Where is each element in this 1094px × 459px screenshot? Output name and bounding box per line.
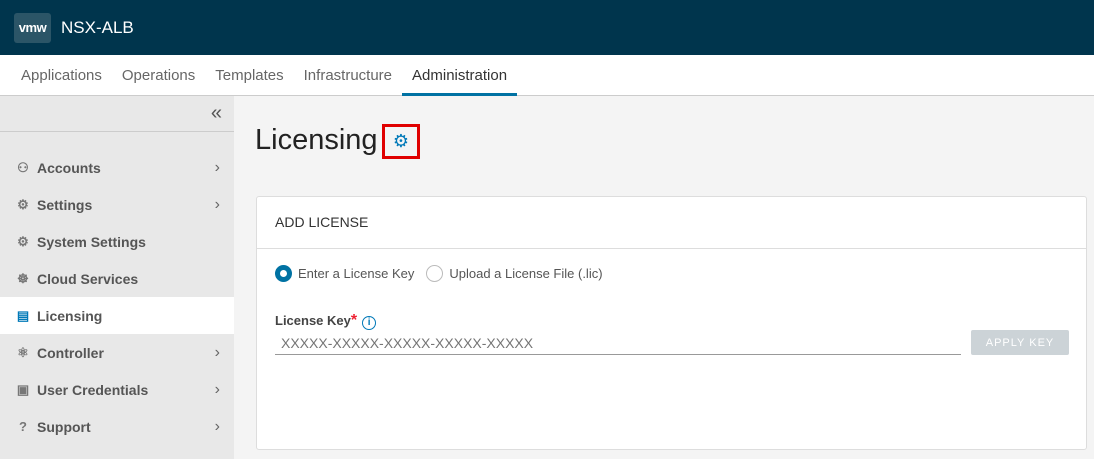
tab-administration[interactable]: Administration [402,55,518,96]
app-name: NSX-ALB [61,17,134,37]
radio-upload-file-label[interactable]: Upload a License File (.lic) [449,266,602,281]
sidebar-icon: ▣ [16,381,30,397]
sidebar-item-label: Licensing [37,307,103,324]
card-header: ADD LICENSE [257,197,1086,249]
sidebar-item-label: User Credentials [37,381,149,398]
required-marker: * [350,312,358,329]
sidebar-item-settings[interactable]: ⚙ Settings › [0,186,234,223]
chevron-right-icon[interactable]: › [215,196,220,214]
sidebar-item-label: Cloud Services [37,270,139,287]
sidebar-item-label: System Settings [37,233,146,250]
radio-upload-file[interactable] [426,265,444,282]
sidebar-icon: ⚙ [17,233,29,249]
chevron-right-icon[interactable]: › [215,344,220,362]
tab-infrastructure[interactable]: Infrastructure [294,55,402,96]
radio-enter-key[interactable] [275,265,292,282]
sidebar-item-system-settings[interactable]: ⚙ System Settings [0,223,234,260]
tab-operations[interactable]: Operations [112,55,205,96]
main-nav: Applications Operations Templates Infras… [0,55,1094,96]
sidebar-item-accounts[interactable]: ⚇ Accounts › [0,149,234,186]
sidebar-icon: ⚛ [17,344,29,360]
chevron-right-icon[interactable]: › [215,381,220,399]
sidebar-icon: ▤ [16,307,30,323]
sidebar-item-controller[interactable]: ⚛ Controller › [0,334,234,371]
apply-key-button[interactable]: APPLY KEY [971,330,1069,355]
sidebar-icon: ⚙ [17,196,29,212]
tab-applications[interactable]: Applications [11,55,112,96]
info-icon[interactable]: i [362,316,377,330]
sidebar-item-licensing[interactable]: ▤ Licensing [0,297,234,334]
page-title: Licensing [255,124,378,156]
sidebar-item-label: Controller [37,344,104,361]
sidebar-item-label: Settings [37,196,93,213]
radio-enter-key-label[interactable]: Enter a License Key [298,266,414,281]
sidebar-item-user-credentials[interactable]: ▣ User Credentials › [0,371,234,408]
sidebar-item-cloud-services[interactable]: ☸ Cloud Services [0,260,234,297]
sidebar-item-label: Accounts [37,159,101,176]
gear-icon[interactable]: ⚙ [382,124,420,159]
license-key-input[interactable] [275,332,961,355]
sidebar-icon: ☸ [17,270,29,286]
sidebar-item-label: Support [37,418,91,435]
chevron-right-icon[interactable]: › [215,418,220,436]
add-license-card: ADD LICENSE Enter a License Key Upload a… [256,196,1087,450]
sidebar-item-support[interactable]: ? Support › [0,408,234,445]
chevron-right-icon[interactable]: › [215,159,220,177]
top-bar: vmw NSX-ALB [0,0,1094,55]
sidebar-icon: ⚇ [17,159,29,175]
tab-templates[interactable]: Templates [205,55,293,96]
collapse-sidebar-icon[interactable]: « [0,96,234,132]
vmware-logo: vmw [14,12,51,43]
sidebar: « ⚇ Accounts › ⚙ Settings › ⚙ System Settings ☸ C… [0,96,234,459]
license-key-label: License Key [275,313,351,328]
sidebar-icon: ? [19,419,27,434]
